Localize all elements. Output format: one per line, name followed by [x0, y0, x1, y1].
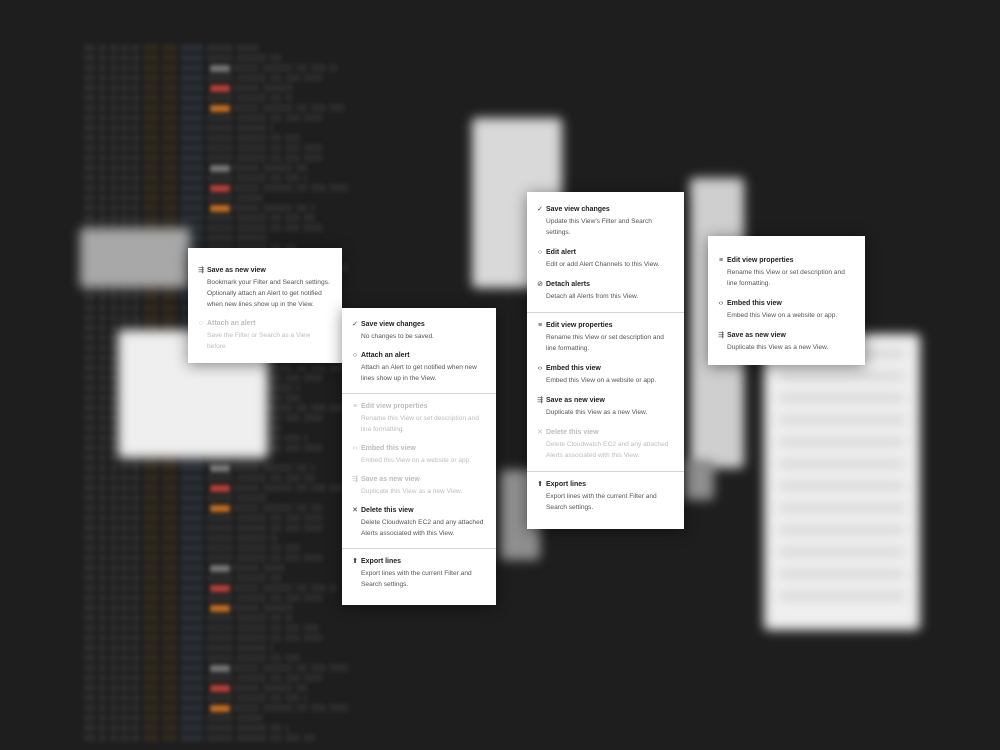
menu-item-title: Edit view properties — [361, 403, 428, 410]
menu-item-description: No changes to be saved. — [361, 333, 434, 340]
menu-item-description: Embed this View on a website or app. — [727, 312, 838, 319]
menu-separator — [527, 471, 684, 472]
menu-item-title: Detach alerts — [546, 281, 590, 288]
blurred-panel — [684, 460, 714, 500]
menu-item-attach-an-alert: ○ Attach an alert Save the Filter or Searc… — [188, 315, 342, 357]
menu-item-export-lines[interactable]: ⬆ Export lines Export lines with the curre… — [342, 553, 496, 595]
export-icon: ⬆ — [537, 481, 543, 488]
menu-item-description: Edit or add Alert Channels to this View. — [546, 261, 660, 268]
menu-item-description: Duplicate this View as a new View. — [546, 409, 648, 416]
menu-item-description: Rename this View or set description and … — [361, 415, 479, 433]
menu-item-description: Delete Cloudwatch EC2 and any attached A… — [546, 441, 669, 459]
check-icon: ✓ — [352, 321, 358, 328]
menu-item-save-as-new-view[interactable]: ⇶ Save as new view Duplicate this View as … — [527, 392, 684, 424]
menu-separator — [527, 312, 684, 313]
menu-item-description: Embed this View on a website or app. — [546, 377, 657, 384]
menu-item-description: Export lines with the current Filter and… — [546, 493, 657, 511]
menu-item-save-as-new-view[interactable]: ⇶ Save as new view Bookmark your Filter an… — [188, 262, 342, 315]
save-as-icon: ⇶ — [537, 397, 543, 404]
code-icon: ‹› — [352, 445, 358, 452]
bell-icon: ○ — [352, 352, 358, 359]
menu-item-description: Duplicate this View as a new View. — [727, 344, 829, 351]
menu-item-save-view-changes[interactable]: ✓ Save view changes No changes to be saved… — [342, 316, 496, 347]
unsaved-view-options-menu: ✓ Save view changes No changes to be saved… — [342, 308, 496, 605]
menu-item-title: Save as new view — [546, 397, 605, 404]
menu-item-description: Rename this View or set description and … — [546, 334, 664, 352]
menu-item-title: Embed this view — [546, 365, 601, 372]
menu-item-title: Edit alert — [546, 249, 576, 256]
save-as-icon: ⇶ — [198, 267, 204, 274]
menu-item-title: Embed this view — [727, 300, 782, 307]
list-icon: ≡ — [352, 403, 358, 410]
menu-item-description: Bookmark your Filter and Search settings… — [207, 279, 330, 308]
menu-item-description: Attach an Alert to get notified when new… — [361, 364, 477, 382]
menu-item-save-as-new-view: ⇶ Save as new view Duplicate this View as … — [342, 471, 496, 502]
menu-item-title: Delete this view — [361, 507, 414, 514]
close-icon: ✕ — [537, 429, 543, 436]
bell-icon: ○ — [198, 320, 204, 327]
saved-view-options-menu: ✓ Save view changes Update this View's Fil… — [527, 192, 684, 529]
menu-item-description: Save the Filter or Search as a View befo… — [207, 332, 311, 350]
menu-item-edit-alert[interactable]: ○ Edit alert Edit or add Alert Channels to… — [527, 244, 684, 276]
code-icon: ‹› — [718, 300, 724, 307]
check-icon: ✓ — [537, 206, 543, 213]
menu-item-edit-view-properties[interactable]: ≡ Edit view properties Rename this View or… — [708, 252, 865, 295]
menu-item-title: Save as new view — [361, 476, 420, 483]
menu-item-delete-this-view: ✕ Delete this view Delete Cloudwatch EC2 a… — [527, 424, 684, 467]
menu-item-edit-view-properties: ≡ Edit view properties Rename this View or… — [342, 398, 496, 440]
list-icon: ≡ — [537, 322, 543, 329]
menu-item-description: Export lines with the current Filter and… — [361, 570, 472, 588]
menu-item-title: Delete this view — [546, 429, 599, 436]
menu-item-detach-alerts[interactable]: ⊘ Detach alerts Detach all Alerts from thi… — [527, 276, 684, 308]
close-icon: ✕ — [352, 507, 358, 514]
menu-item-delete-this-view[interactable]: ✕ Delete this view Delete Cloudwatch EC2 a… — [342, 502, 496, 544]
menu-separator — [342, 548, 496, 549]
menu-separator — [342, 393, 496, 394]
view-properties-menu: ≡ Edit view properties Rename this View or… — [708, 236, 865, 365]
menu-item-edit-view-properties[interactable]: ≡ Edit view properties Rename this View or… — [527, 317, 684, 360]
menu-item-description: Detach all Alerts from this View. — [546, 293, 639, 300]
code-icon: ‹› — [537, 365, 543, 372]
menu-item-export-lines[interactable]: ⬆ Export lines Export lines with the curre… — [527, 476, 684, 519]
menu-item-description: Delete Cloudwatch EC2 and any attached A… — [361, 519, 484, 537]
menu-item-description: Embed this View on a website or app. — [361, 457, 472, 464]
menu-item-description: Rename this View or set description and … — [727, 269, 845, 287]
save-as-icon: ⇶ — [352, 476, 358, 483]
menu-item-save-as-new-view[interactable]: ⇶ Save as new view Duplicate this View as … — [708, 327, 865, 359]
menu-item-save-view-changes[interactable]: ✓ Save view changes Update this View's Fil… — [527, 201, 684, 244]
menu-item-title: Edit view properties — [727, 257, 794, 264]
menu-item-attach-an-alert[interactable]: ○ Attach an alert Attach an Alert to get n… — [342, 347, 496, 389]
bell-off-icon: ⊘ — [537, 281, 543, 288]
save-as-new-view-menu: ⇶ Save as new view Bookmark your Filter an… — [188, 248, 342, 363]
menu-item-title: Save view changes — [546, 206, 610, 213]
menu-item-title: Save as new view — [207, 267, 266, 274]
blurred-panel — [764, 334, 920, 630]
bell-icon: ○ — [537, 249, 543, 256]
menu-item-embed-this-view[interactable]: ‹› Embed this view Embed this View on a we… — [708, 295, 865, 327]
save-as-icon: ⇶ — [718, 332, 724, 339]
menu-item-description: Duplicate this View as a new View. — [361, 488, 463, 495]
list-icon: ≡ — [718, 257, 724, 264]
export-icon: ⬆ — [352, 558, 358, 565]
menu-item-title: Attach an alert — [207, 320, 256, 327]
menu-item-title: Export lines — [546, 481, 587, 488]
menu-item-title: Edit view properties — [546, 322, 613, 329]
blurred-background: ░░░ ░░ ░░:░░:░░ ░░░░ ░░░░ ░░░░░░ ░░░░░░░… — [0, 0, 1000, 750]
menu-item-title: Export lines — [361, 558, 402, 565]
blurred-panel — [80, 228, 190, 288]
menu-item-embed-this-view[interactable]: ‹› Embed this view Embed this View on a we… — [527, 360, 684, 392]
menu-item-title: Save as new view — [727, 332, 786, 339]
menu-item-title: Embed this view — [361, 445, 416, 452]
menu-item-title: Attach an alert — [361, 352, 410, 359]
menu-item-description: Update this View's Filter and Search set… — [546, 218, 652, 236]
menu-item-embed-this-view: ‹› Embed this view Embed this View on a we… — [342, 440, 496, 471]
menu-item-title: Save view changes — [361, 321, 425, 328]
